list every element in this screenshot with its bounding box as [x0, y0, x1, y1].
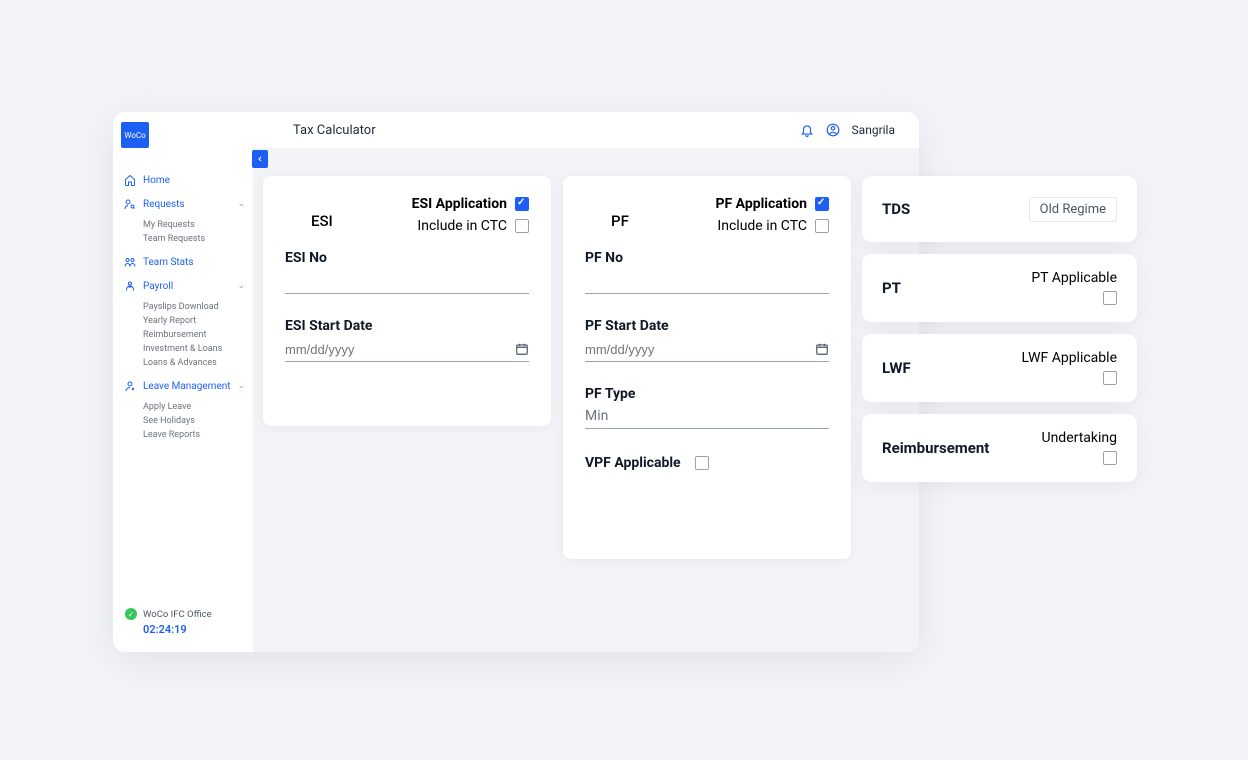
nav-sub-invest[interactable]: Investment & Loans — [143, 342, 247, 356]
nav-requests-label: Requests — [143, 199, 185, 210]
status-check-icon: ✓ — [125, 608, 137, 620]
esi-date-label: ESI Start Date — [285, 318, 529, 334]
reimbursement-card[interactable]: Reimbursement Undertaking — [862, 414, 1137, 482]
esi-include-checkbox[interactable] — [515, 219, 529, 233]
office-name: WoCo IFC Office — [143, 609, 212, 620]
nav: Home Requests ⌄ My Requests Team Request… — [121, 170, 247, 602]
pf-no-input[interactable] — [585, 268, 829, 294]
pf-type-label: PF Type — [585, 386, 829, 402]
nav-payroll[interactable]: Payroll ⌄ — [121, 276, 247, 296]
vpf-checkbox[interactable] — [695, 456, 709, 470]
chevron-down-icon: ⌄ — [237, 381, 245, 391]
nav-leave-sub: Apply Leave See Holidays Leave Reports — [121, 400, 247, 448]
header-right: Sangrila — [800, 123, 895, 137]
pt-checkbox[interactable] — [1103, 291, 1117, 305]
teamstats-icon — [123, 255, 137, 269]
nav-sub-payslips[interactable]: Payslips Download — [143, 300, 247, 314]
nav-teamstats-label: Team Stats — [143, 257, 194, 268]
esi-application-checkbox[interactable] — [515, 197, 529, 211]
content: ESI ESI Application Include in CTC ESI N… — [253, 148, 919, 652]
nav-leave-label: Leave Management — [143, 381, 231, 392]
pf-date-input[interactable] — [585, 336, 829, 362]
pf-application-label: PF Application — [715, 196, 807, 212]
nav-requests-sub: My Requests Team Requests — [121, 218, 247, 252]
esi-title: ESI — [285, 196, 333, 230]
nav-sub-apply[interactable]: Apply Leave — [143, 400, 247, 414]
nav-teamstats[interactable]: Team Stats — [121, 252, 247, 272]
nav-sub-loans[interactable]: Loans & Advances — [143, 356, 247, 370]
leave-icon — [123, 379, 137, 393]
nav-sub-leavereports[interactable]: Leave Reports — [143, 428, 247, 442]
nav-leave[interactable]: Leave Management ⌄ — [121, 376, 247, 396]
esi-no-input[interactable] — [285, 268, 529, 294]
reimbursement-title: Reimbursement — [882, 439, 989, 457]
undertaking-label: Undertaking — [1041, 430, 1117, 446]
nav-home-label: Home — [143, 175, 170, 186]
nav-sub-my-requests[interactable]: My Requests — [143, 218, 247, 232]
header: Tax Calculator Sangrila — [253, 112, 919, 148]
nav-payroll-label: Payroll — [143, 281, 173, 292]
person-search-icon — [123, 197, 137, 211]
tds-title: TDS — [882, 200, 910, 218]
bell-icon[interactable] — [800, 123, 814, 137]
logo: WoCo — [121, 122, 149, 148]
pt-applicable-label: PT Applicable — [1031, 270, 1117, 286]
lwf-card[interactable]: LWF LWF Applicable — [862, 334, 1137, 402]
payroll-icon — [123, 279, 137, 293]
pf-date-label: PF Start Date — [585, 318, 829, 334]
tds-card[interactable]: TDS Old Regime — [862, 176, 1137, 242]
vpf-label: VPF Applicable — [585, 455, 681, 471]
home-icon — [123, 173, 137, 187]
pf-type-select[interactable]: Min — [585, 404, 829, 429]
pf-no-label: PF No — [585, 250, 829, 266]
esi-no-label: ESI No — [285, 250, 529, 266]
user-icon[interactable] — [826, 123, 840, 137]
nav-home[interactable]: Home — [121, 170, 247, 190]
nav-sub-holidays[interactable]: See Holidays — [143, 414, 247, 428]
tds-regime-pill[interactable]: Old Regime — [1029, 197, 1117, 222]
sidebar-footer: ✓ WoCo IFC Office 02:24:19 — [121, 602, 247, 642]
nav-sub-reimb[interactable]: Reimbursement — [143, 328, 247, 342]
nav-requests[interactable]: Requests ⌄ — [121, 194, 247, 214]
lwf-checkbox[interactable] — [1103, 371, 1117, 385]
sidebar-collapse-button[interactable] — [252, 150, 268, 168]
pf-include-checkbox[interactable] — [815, 219, 829, 233]
esi-card: ESI ESI Application Include in CTC ESI N… — [263, 176, 551, 426]
nav-sub-yearly[interactable]: Yearly Report — [143, 314, 247, 328]
page-title: Tax Calculator — [293, 123, 376, 138]
esi-application-label: ESI Application — [412, 196, 507, 212]
pf-card: PF PF Application Include in CTC PF No — [563, 176, 851, 559]
chevron-down-icon: ⌄ — [237, 199, 245, 209]
nav-payroll-sub: Payslips Download Yearly Report Reimburs… — [121, 300, 247, 376]
pf-application-checkbox[interactable] — [815, 197, 829, 211]
sidebar: WoCo Home Requests ⌄ My Requests Team Re… — [113, 112, 253, 652]
office-status: ✓ WoCo IFC Office — [125, 608, 243, 620]
username[interactable]: Sangrila — [852, 123, 895, 137]
lwf-applicable-label: LWF Applicable — [1022, 350, 1118, 366]
main: Tax Calculator Sangrila ESI — [253, 112, 919, 652]
pt-card[interactable]: PT PT Applicable — [862, 254, 1137, 322]
lwf-title: LWF — [882, 359, 911, 377]
app-shell: WoCo Home Requests ⌄ My Requests Team Re… — [113, 112, 919, 652]
pf-title: PF — [585, 196, 629, 230]
undertaking-checkbox[interactable] — [1103, 451, 1117, 465]
clock: 02:24:19 — [143, 623, 243, 636]
pf-include-label: Include in CTC — [717, 218, 807, 234]
side-stack: TDS Old Regime PT PT Applicable LWF LWF … — [862, 176, 1137, 482]
chevron-down-icon: ⌄ — [237, 281, 245, 291]
esi-date-input[interactable] — [285, 336, 529, 362]
esi-include-label: Include in CTC — [417, 218, 507, 234]
nav-sub-team-requests[interactable]: Team Requests — [143, 232, 247, 246]
pt-title: PT — [882, 279, 901, 297]
